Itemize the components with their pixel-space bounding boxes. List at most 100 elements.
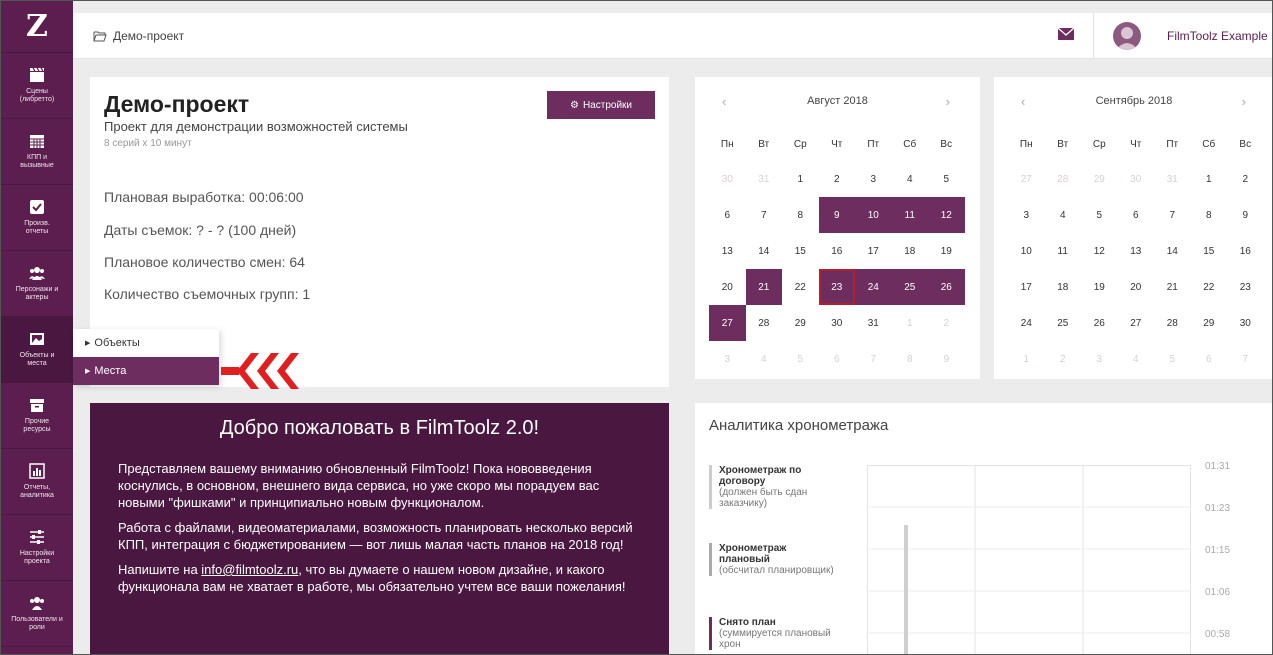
calendar-day[interactable]: 19 [1081,269,1118,305]
calendar-day-shooting[interactable]: 24 [855,269,892,305]
calendar-day[interactable]: 30 [819,305,856,341]
calendar-day[interactable]: 28 [1154,305,1191,341]
calendar-day[interactable]: 13 [709,233,746,269]
calendar-day[interactable]: 3 [855,161,892,197]
calendar-day[interactable]: 26 [1081,305,1118,341]
calendar-day[interactable]: 23 [1227,269,1264,305]
calendar-day[interactable]: 7 [746,197,783,233]
calendar-day[interactable]: 8 [1191,197,1228,233]
calendar-day[interactable]: 11 [1045,233,1082,269]
calendar-day[interactable]: 17 [1008,269,1045,305]
sidebar-item-analytics[interactable]: Отчеты, аналитика [1,449,73,515]
calendar-day[interactable]: 4 [892,161,929,197]
settings-button[interactable]: ⚙ Настройки [547,91,655,119]
legend-shot[interactable]: Снято план (суммируется плановый хрон [709,617,839,650]
calendar-day[interactable]: 22 [782,269,819,305]
calendar-day[interactable]: 17 [855,233,892,269]
calendar-day-shooting[interactable]: 27 [709,305,746,341]
calendar-day[interactable]: 29 [1191,305,1228,341]
calendar-day[interactable]: 6 [1118,197,1155,233]
username[interactable]: FilmToolz Example [1167,29,1268,43]
calendar-day[interactable]: 4 [1118,341,1155,377]
submenu-item-objects[interactable]: ▶ Объекты [73,329,219,357]
calendar-day[interactable]: 16 [1227,233,1264,269]
calendar-day-shooting[interactable]: 9 [818,197,855,233]
calendar-day[interactable]: 14 [1154,233,1191,269]
calendar-day[interactable]: 9 [928,341,965,377]
calendar-day[interactable]: 8 [782,197,819,233]
calendar-day[interactable]: 16 [819,233,856,269]
submenu-item-places[interactable]: ▶ Места [73,357,219,385]
calendar-day-shooting[interactable]: 12 [928,197,965,233]
email-link[interactable]: info@filmtoolz.ru [201,562,298,577]
app-logo[interactable]: Z [1,1,73,53]
calendar-day[interactable]: 1 [1191,161,1228,197]
calendar-day[interactable]: 3 [1081,341,1118,377]
calendar-day[interactable]: 18 [1045,269,1082,305]
calendar-day[interactable]: 22 [1191,269,1228,305]
next-month-button[interactable]: › [1242,94,1246,109]
calendar-day[interactable]: 7 [1227,341,1264,377]
calendar-day[interactable]: 5 [782,341,819,377]
calendar-day[interactable]: 29 [1081,161,1118,197]
calendar-day[interactable]: 25 [1045,305,1082,341]
calendar-day[interactable]: 5 [928,161,965,197]
calendar-day[interactable]: 8 [892,341,929,377]
sidebar-item-scenes[interactable]: Сцены (либретто) [1,53,73,119]
calendar-day[interactable]: 9 [1227,197,1264,233]
calendar-day[interactable]: 2 [928,305,965,341]
calendar-day[interactable]: 30 [709,161,746,197]
calendar-day[interactable]: 28 [1045,161,1082,197]
calendar-day[interactable]: 5 [1081,197,1118,233]
calendar-day[interactable]: 31 [1154,161,1191,197]
calendar-day[interactable]: 29 [782,305,819,341]
sidebar-item-users[interactable]: Пользователи и роли [1,581,73,647]
calendar-day[interactable]: 5 [1154,341,1191,377]
calendar-day[interactable]: 10 [1008,233,1045,269]
calendar-day[interactable]: 2 [1227,161,1264,197]
calendar-day[interactable]: 31 [746,161,783,197]
calendar-day[interactable]: 6 [819,341,856,377]
calendar-day[interactable]: 14 [746,233,783,269]
avatar[interactable] [1113,22,1141,50]
next-month-button[interactable]: › [946,94,950,109]
sidebar-item-kpp[interactable]: КПП и вызывные [1,119,73,185]
calendar-day[interactable]: 30 [1118,161,1155,197]
legend-contract[interactable]: Хронометраж по договору (должен быть сдан… [709,465,839,509]
calendar-day-shooting[interactable]: 11 [891,197,928,233]
calendar-day[interactable]: 27 [1118,305,1155,341]
calendar-day[interactable]: 3 [709,341,746,377]
calendar-day-shooting[interactable]: 26 [928,269,965,305]
calendar-day[interactable]: 13 [1118,233,1155,269]
calendar-day[interactable]: 20 [1118,269,1155,305]
breadcrumb[interactable]: Демо-проект [93,29,184,43]
calendar-day[interactable]: 6 [709,197,746,233]
calendar-day[interactable]: 1 [1008,341,1045,377]
calendar-day[interactable]: 1 [782,161,819,197]
calendar-day[interactable]: 21 [1154,269,1191,305]
sidebar-item-characters[interactable]: Персонажи и актеры [1,251,73,317]
calendar-day[interactable]: 2 [1045,341,1082,377]
calendar-day[interactable]: 4 [1045,197,1082,233]
calendar-day-shooting[interactable]: 21 [745,269,782,305]
calendar-day[interactable]: 24 [1008,305,1045,341]
calendar-day[interactable]: 30 [1227,305,1264,341]
legend-planned[interactable]: Хронометраж плановый (обсчитал планировщи… [709,543,839,576]
sidebar-item-reports-prod[interactable]: Произв. отчеты [1,185,73,251]
calendar-day[interactable]: 7 [855,341,892,377]
sidebar-item-resources[interactable]: Прочие ресурсы [1,383,73,449]
calendar-day[interactable]: 31 [855,305,892,341]
calendar-day[interactable]: 19 [928,233,965,269]
calendar-day[interactable]: 12 [1081,233,1118,269]
sidebar-item-settings[interactable]: Настройки проекта [1,515,73,581]
calendar-day[interactable]: 15 [1191,233,1228,269]
calendar-day[interactable]: 1 [892,305,929,341]
calendar-day-shooting[interactable]: 10 [855,197,892,233]
calendar-day[interactable]: 18 [892,233,929,269]
calendar-day[interactable]: 20 [709,269,746,305]
calendar-day[interactable]: 27 [1008,161,1045,197]
sidebar-item-objects[interactable]: Объекты и места [1,317,73,383]
calendar-day[interactable]: 4 [746,341,783,377]
calendar-day[interactable]: 7 [1154,197,1191,233]
calendar-day[interactable]: 15 [782,233,819,269]
